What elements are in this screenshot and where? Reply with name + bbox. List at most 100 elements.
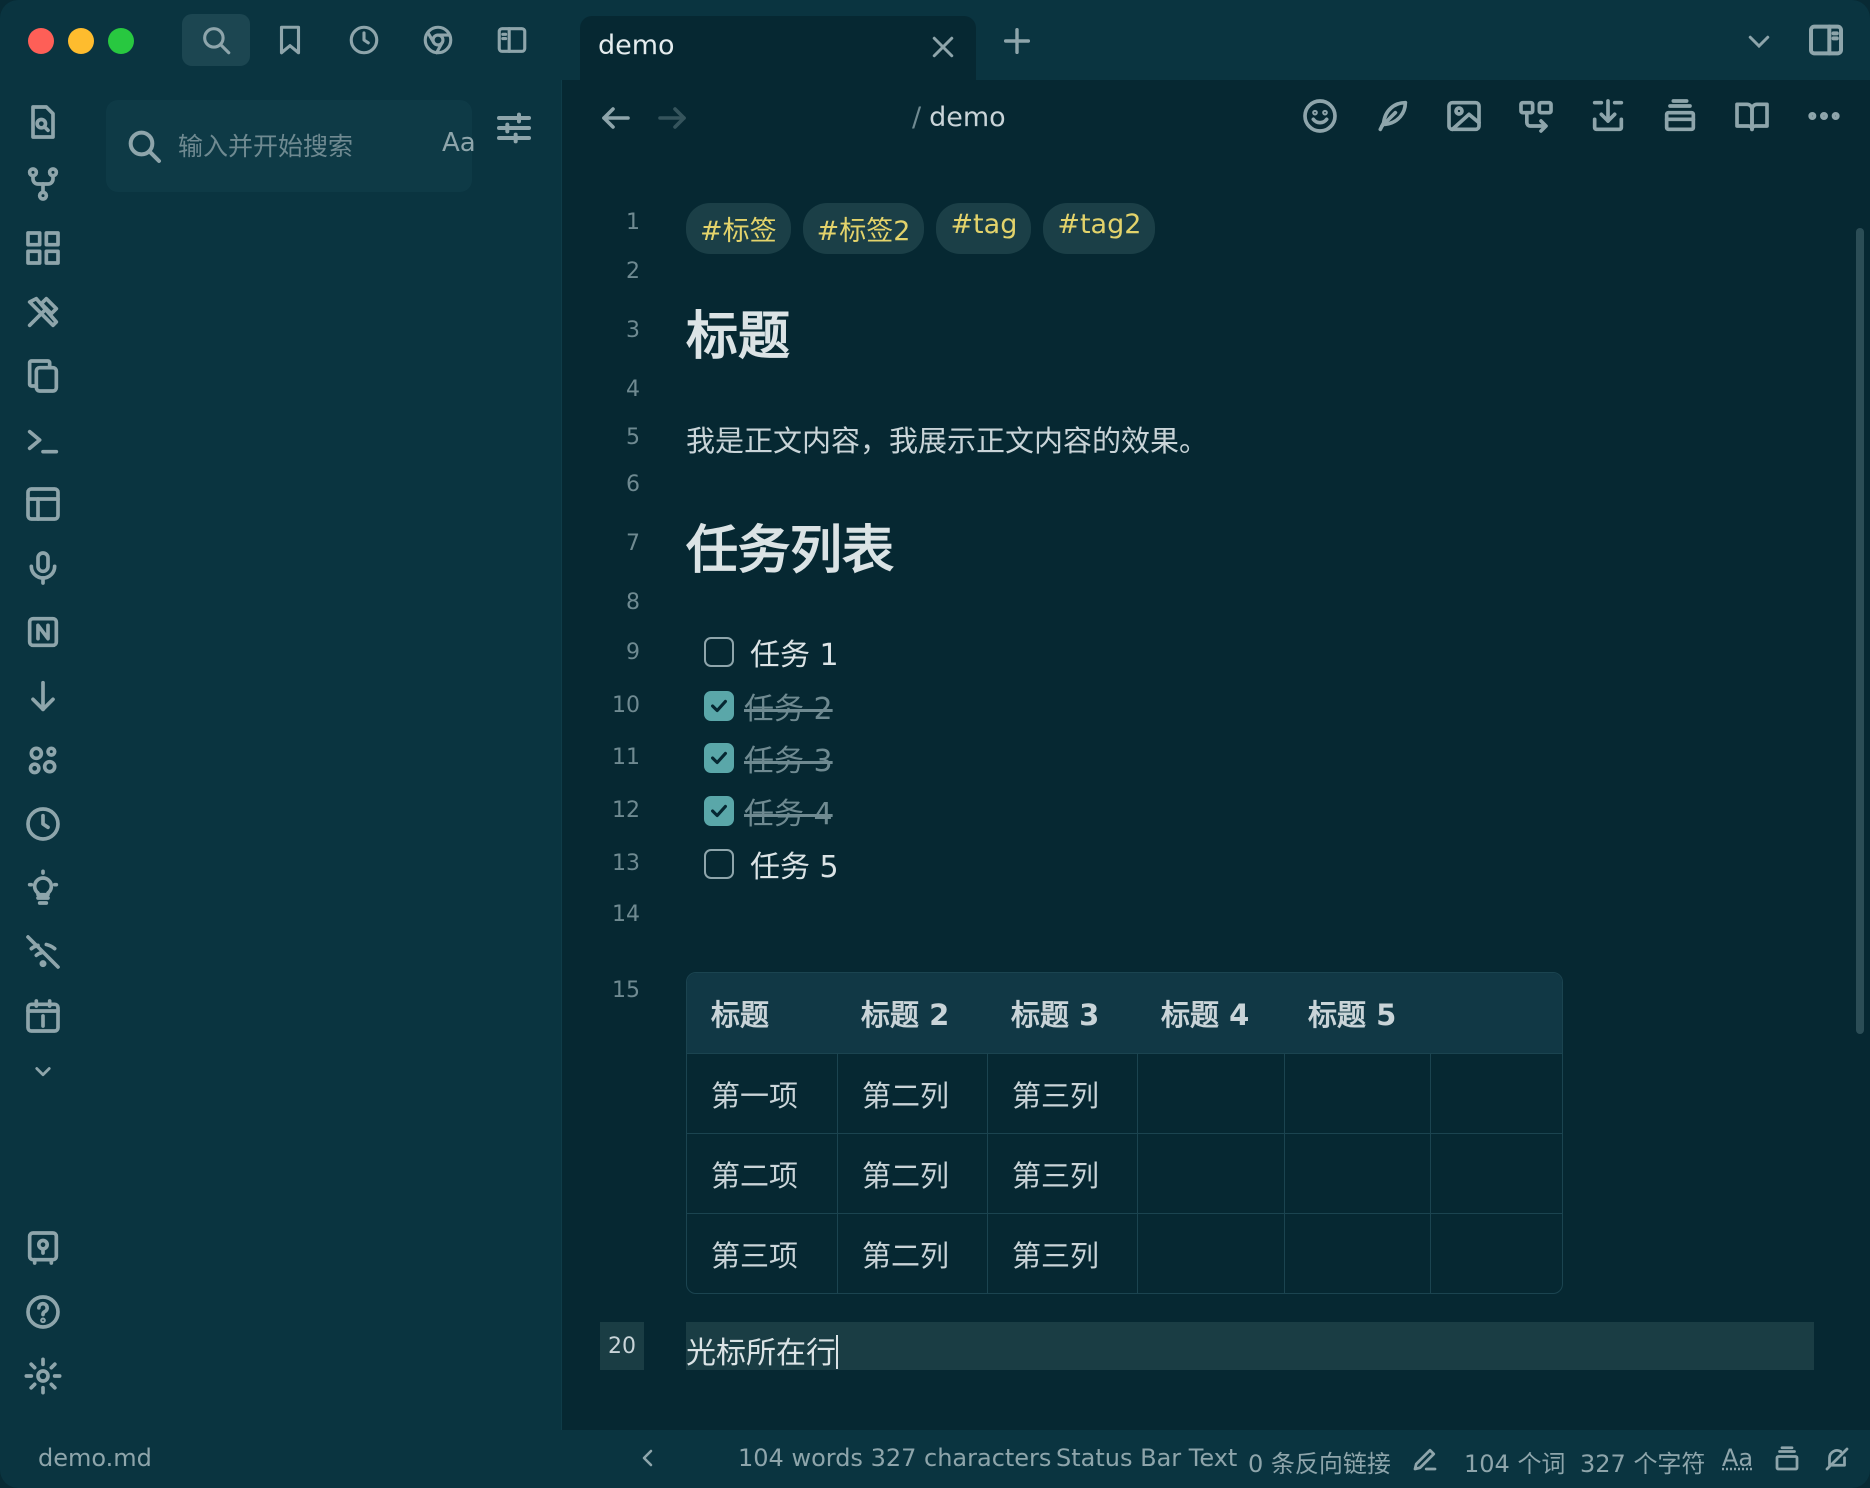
open-daily-note-button[interactable] <box>23 996 63 1036</box>
search-input[interactable] <box>178 122 408 170</box>
notifications-muted-button[interactable] <box>1822 1444 1852 1474</box>
active-line[interactable]: 光标所在行 <box>686 1328 838 1372</box>
table-header-cell[interactable]: 标题 3 <box>987 973 1137 1053</box>
tab-demo[interactable]: demo <box>580 16 976 80</box>
table-header-cell[interactable]: 标题 2 <box>837 973 987 1053</box>
start-recording-button[interactable] <box>23 548 63 588</box>
status-backlinks[interactable]: 0 条反向链接 <box>1248 1444 1391 1479</box>
more-options-button[interactable] <box>1804 96 1844 136</box>
task-text: 任务 5 <box>750 850 839 885</box>
task-checkbox-checked[interactable] <box>704 743 734 773</box>
reading-view-button[interactable] <box>1732 96 1772 136</box>
status-file-name: demo.md <box>38 1444 152 1472</box>
table-cell[interactable] <box>1284 1213 1430 1293</box>
table-cell[interactable]: 第二项 <box>687 1133 837 1213</box>
open-canvas-button[interactable] <box>23 228 63 268</box>
tag-pill[interactable]: #标签 <box>686 203 791 254</box>
task-text: 任务 3 <box>744 744 833 779</box>
table-header-cell[interactable] <box>1430 973 1562 1053</box>
task-checkbox-checked[interactable] <box>704 691 734 721</box>
breadcrumb-file[interactable]: demo <box>929 102 1006 133</box>
download-button[interactable] <box>23 676 63 716</box>
draw-button[interactable] <box>1372 96 1412 136</box>
edit-mode-button[interactable] <box>1410 1444 1440 1474</box>
browser-tab-button[interactable] <box>404 14 472 66</box>
table-cell[interactable]: 第二列 <box>837 1133 987 1213</box>
open-vault-button[interactable] <box>23 1228 63 1268</box>
open-graph-analysis-button[interactable] <box>23 740 63 780</box>
table-cell[interactable] <box>1430 1133 1562 1213</box>
export-button[interactable] <box>1588 96 1628 136</box>
task-checkbox[interactable] <box>704 637 734 667</box>
tag-pill[interactable]: #tag <box>936 203 1032 254</box>
tag-pill[interactable]: #标签2 <box>802 203 925 254</box>
toggle-theme-button[interactable] <box>23 868 63 908</box>
line-number: 5 <box>626 425 640 450</box>
archive-button[interactable] <box>1660 96 1700 136</box>
navigate-forward-button[interactable] <box>654 100 690 136</box>
task-checkbox[interactable] <box>704 849 734 879</box>
open-template-button[interactable] <box>23 484 63 524</box>
match-case-toggle[interactable]: Aa <box>442 128 476 158</box>
search-tab-button[interactable] <box>182 14 250 66</box>
new-tab-button[interactable] <box>1000 24 1034 58</box>
bookmarks-tab-button[interactable] <box>256 14 324 66</box>
table-cell[interactable] <box>1284 1133 1430 1213</box>
wifi-off-icon <box>26 935 60 969</box>
minimize-window-button[interactable] <box>68 28 94 54</box>
open-command-palette-button[interactable] <box>23 420 63 460</box>
table-cell[interactable]: 第三列 <box>987 1053 1137 1133</box>
split-view-button[interactable] <box>1516 96 1556 136</box>
table-header-cell[interactable]: 标题 4 <box>1137 973 1284 1053</box>
table-row: 第三项 第二列 第三列 <box>687 1213 1562 1293</box>
download-tray-icon <box>1592 99 1624 132</box>
table-cell[interactable] <box>1430 1213 1562 1293</box>
help-button[interactable] <box>23 1292 63 1332</box>
chevron-down-icon <box>1748 35 1770 49</box>
table-cell[interactable]: 第三项 <box>687 1213 837 1293</box>
table-cell[interactable] <box>1137 1133 1284 1213</box>
font-toggle-button[interactable]: Aa <box>1722 1444 1753 1472</box>
open-quick-switcher-button[interactable] <box>23 102 63 142</box>
search-settings-button[interactable] <box>494 108 534 148</box>
open-tools-button[interactable] <box>23 292 63 332</box>
table-cell[interactable] <box>1430 1053 1562 1133</box>
table-cell[interactable]: 第三列 <box>987 1133 1137 1213</box>
tab-list-button[interactable] <box>1744 26 1774 56</box>
archive-status-button[interactable] <box>1772 1444 1802 1474</box>
close-tab-button[interactable] <box>928 32 958 62</box>
table-cell[interactable] <box>1284 1053 1430 1133</box>
table-cell[interactable]: 第一项 <box>687 1053 837 1133</box>
table-header-cell[interactable]: 标题 5 <box>1284 973 1430 1053</box>
close-window-button[interactable] <box>28 28 54 54</box>
collapse-status-button[interactable] <box>636 1446 660 1470</box>
settings-button[interactable] <box>23 1356 63 1396</box>
markdown-table[interactable]: 标题 标题 2 标题 3 标题 4 标题 5 第一项 第二列 第三列 第二项 第… <box>686 972 1563 1294</box>
table-header-cell[interactable]: 标题 <box>687 973 837 1053</box>
status-word-count: 104 words 327 characters <box>738 1444 1052 1472</box>
arrow-left-icon <box>602 107 630 129</box>
breadcrumb[interactable]: / demo <box>912 102 1006 133</box>
sync-offline-button[interactable] <box>23 932 63 972</box>
zoom-window-button[interactable] <box>108 28 134 54</box>
navigate-back-button[interactable] <box>598 100 634 136</box>
task-checkbox-checked[interactable] <box>704 796 734 826</box>
insert-image-button[interactable] <box>1444 96 1484 136</box>
table-cell[interactable] <box>1137 1053 1284 1133</box>
table-cell[interactable]: 第二列 <box>837 1213 987 1293</box>
notion-sync-button[interactable] <box>23 612 63 652</box>
table-cell[interactable]: 第三列 <box>987 1213 1137 1293</box>
toggle-right-sidebar-button[interactable] <box>1806 20 1846 60</box>
open-history-button[interactable] <box>23 804 63 844</box>
more-ribbon-actions-button[interactable] <box>23 1056 63 1086</box>
tag-pill[interactable]: #tag2 <box>1043 203 1156 254</box>
recent-files-tab-button[interactable] <box>330 14 398 66</box>
open-graph-view-button[interactable] <box>23 164 63 204</box>
open-files-button[interactable] <box>23 356 63 396</box>
table-cell[interactable]: 第二列 <box>837 1053 987 1133</box>
tag-list: #标签 #标签2 #tag #tag2 <box>686 203 1156 254</box>
table-cell[interactable] <box>1137 1213 1284 1293</box>
editor-scrollbar[interactable] <box>1856 228 1864 1034</box>
insert-emoji-button[interactable] <box>1300 96 1340 136</box>
toggle-left-sidebar-button[interactable] <box>478 14 546 66</box>
